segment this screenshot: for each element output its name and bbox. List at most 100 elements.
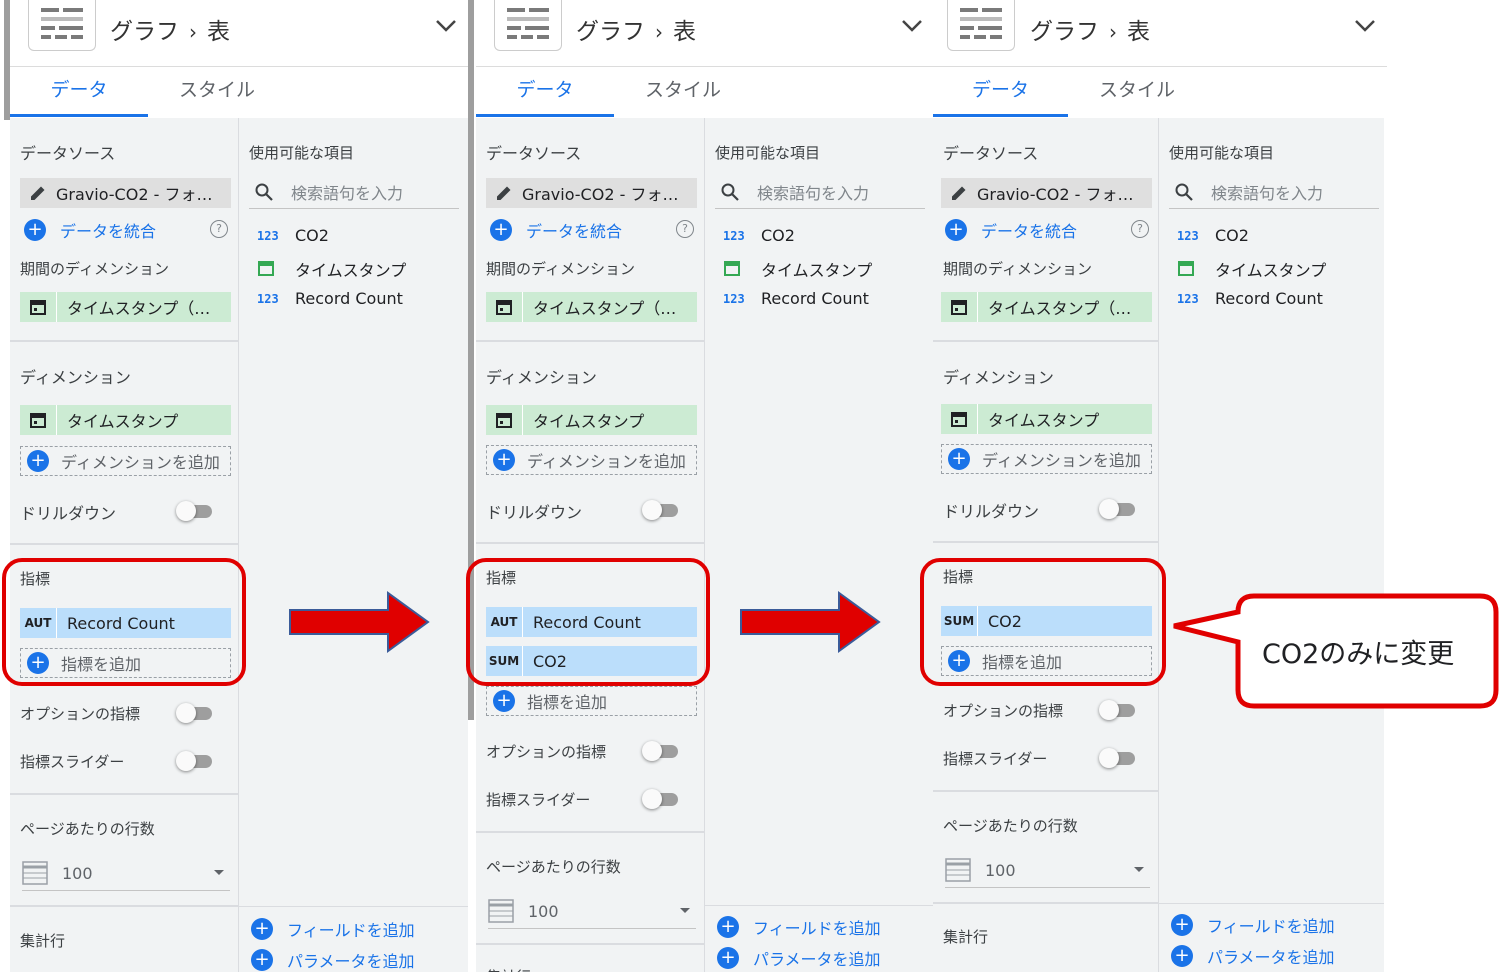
plus-circle-icon: + [251,918,273,940]
metric-highlight-box [920,558,1166,686]
calendar-icon [941,404,978,434]
field-name: CO2 [761,226,795,245]
field-item-timestamp[interactable]: タイムスタンプ [1177,257,1326,281]
table-chart-icon[interactable] [494,0,562,51]
date-range-dimension-chip[interactable]: タイムスタンプ（… [20,292,231,322]
chevron-down-icon[interactable] [900,14,924,38]
help-icon[interactable]: ? [210,220,228,238]
dimension-title: ディメンション [486,368,597,387]
field-name: Record Count [1215,289,1323,308]
field-item-record-count[interactable]: 123 Record Count [723,289,869,308]
drilldown-toggle[interactable] [176,501,212,521]
date-range-dimension-chip[interactable]: タイムスタンプ（… [941,292,1152,322]
rows-per-page-select[interactable]: 100 [488,894,696,929]
field-search-input[interactable]: 検索語句を入力 [715,176,925,209]
dimension-chip[interactable]: タイムスタンプ [20,405,231,435]
add-parameter-link[interactable]: + パラメータを追加 [251,948,415,972]
add-parameter-label: パラメータを追加 [753,950,881,969]
dimension-chip[interactable]: タイムスタンプ [941,404,1152,434]
field-name: タイムスタンプ [761,261,873,280]
help-icon[interactable]: ? [1131,220,1149,238]
calendar-icon [486,292,523,322]
drilldown-label: ドリルダウン [486,503,583,522]
dimension-title: ディメンション [943,368,1054,387]
field-name: CO2 [295,226,329,245]
plus-circle-icon: + [717,947,739,969]
metric-slider-toggle[interactable] [176,751,212,771]
section-divider [10,543,238,545]
available-fields-title: 使用可能な項目 [715,144,821,162]
tab-style[interactable]: スタイル [614,67,752,117]
pencil-icon [20,178,56,208]
blend-data-link[interactable]: + データを統合 [24,218,156,242]
add-metric-button[interactable]: + 指標を追加 [486,686,697,716]
add-field-link[interactable]: + フィールドを追加 [1171,913,1335,937]
add-dimension-button[interactable]: + ディメンションを追加 [20,446,231,476]
number-type-icon: 123 [723,228,745,243]
number-type-icon: 123 [257,291,279,306]
chevron-down-icon[interactable] [1353,14,1377,38]
table-chart-icon[interactable] [947,0,1015,51]
optional-metrics-toggle[interactable] [1099,700,1135,720]
add-parameter-link[interactable]: + パラメータを追加 [717,946,881,970]
field-item-timestamp[interactable]: タイムスタンプ [723,257,872,281]
field-item-record-count[interactable]: 123 Record Count [257,289,403,308]
tab-data[interactable]: データ [933,67,1068,117]
optional-metrics-toggle[interactable] [176,703,212,723]
add-field-link[interactable]: + フィールドを追加 [717,915,881,939]
field-search-input[interactable]: 検索語句を入力 [249,176,459,209]
plus-circle-icon: + [493,690,515,712]
table-chart-icon[interactable] [28,0,96,51]
metric-slider-toggle[interactable] [1099,748,1135,768]
chevron-down-icon[interactable] [434,14,458,38]
breadcrumb: グラフ › 表 [1030,12,1150,46]
optional-metrics-toggle[interactable] [642,741,678,761]
drilldown-label: ドリルダウン [20,504,117,523]
tab-style[interactable]: スタイル [1068,67,1206,117]
tab-data[interactable]: データ [10,67,148,117]
field-item-co2[interactable]: 123 CO2 [1177,226,1249,245]
calendar-icon [257,259,277,280]
datasource-chip[interactable]: Gravio-CO2 - フォ… [941,178,1152,208]
tab-bar: データ スタイル [933,67,1387,117]
field-item-record-count[interactable]: 123 Record Count [1177,289,1323,308]
datasource-chip[interactable]: Gravio-CO2 - フォ… [486,178,697,208]
plus-circle-icon: + [945,219,967,241]
properties-panel-after: グラフ › 表 データ スタイル データソース Gravio-CO2 - フォ… +… [933,0,1387,972]
number-type-icon: 123 [723,291,745,306]
field-item-co2[interactable]: 123 CO2 [257,226,329,245]
breadcrumb-separator: › [1109,20,1117,44]
add-dimension-button[interactable]: + ディメンションを追加 [486,445,697,475]
drilldown-toggle[interactable] [1099,499,1135,519]
rows-per-page-select[interactable]: 100 [22,856,230,891]
drilldown-toggle[interactable] [642,500,678,520]
add-parameter-link[interactable]: + パラメータを追加 [1171,944,1335,968]
data-settings-column: データソース Gravio-CO2 - フォ… + データを統合 ? 期間のディメ… [476,118,705,972]
plus-circle-icon: + [251,949,273,971]
field-item-timestamp[interactable]: タイムスタンプ [257,257,406,281]
tab-data[interactable]: データ [476,67,614,117]
available-fields-column: 使用可能な項目 検索語句を入力 123 CO2 タイムスタンプ 123 Record… [705,118,934,972]
date-range-dimension-chip[interactable]: タイムスタンプ（… [486,292,697,322]
add-parameter-label: パラメータを追加 [1207,948,1335,967]
add-dimension-button[interactable]: + ディメンションを追加 [941,444,1152,474]
breadcrumb: グラフ › 表 [576,12,696,46]
add-field-link[interactable]: + フィールドを追加 [251,917,415,941]
rows-per-page-select[interactable]: 100 [945,853,1150,888]
rows-per-page-value: 100 [985,860,1016,880]
tab-style[interactable]: スタイル [148,67,286,117]
section-divider [476,943,704,945]
metric-slider-toggle[interactable] [642,789,678,809]
summary-row-title: 集計行 [486,966,531,972]
field-item-co2[interactable]: 123 CO2 [723,226,795,245]
section-divider [10,793,238,795]
help-icon[interactable]: ? [676,220,694,238]
field-search-input[interactable]: 検索語句を入力 [1169,176,1379,209]
blend-data-link[interactable]: + データを統合 [945,218,1077,242]
dimension-chip[interactable]: タイムスタンプ [486,405,697,435]
datasource-chip[interactable]: Gravio-CO2 - フォ… [20,178,231,208]
datasource-name: Gravio-CO2 - フォ… [522,185,679,204]
field-name: Record Count [761,289,869,308]
blend-data-link[interactable]: + データを統合 [490,218,622,242]
breadcrumb-separator: › [189,20,197,44]
